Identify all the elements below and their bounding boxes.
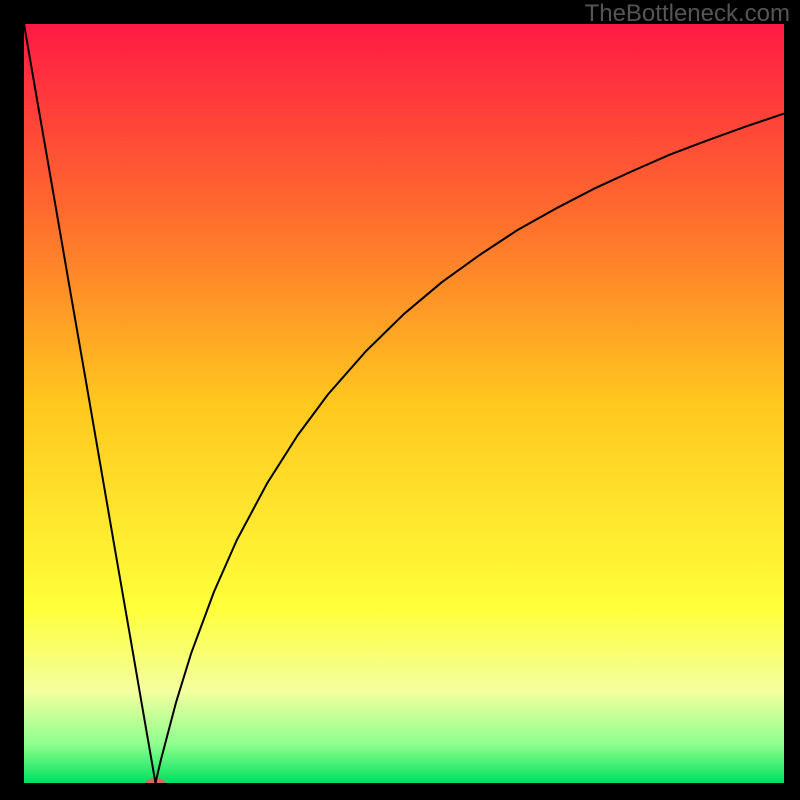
chart-frame: TheBottleneck.com: [0, 0, 800, 800]
chart-svg: [24, 24, 784, 783]
watermark-text: TheBottleneck.com: [585, 0, 790, 28]
plot-area: [24, 24, 784, 783]
plot-background: [24, 24, 784, 783]
